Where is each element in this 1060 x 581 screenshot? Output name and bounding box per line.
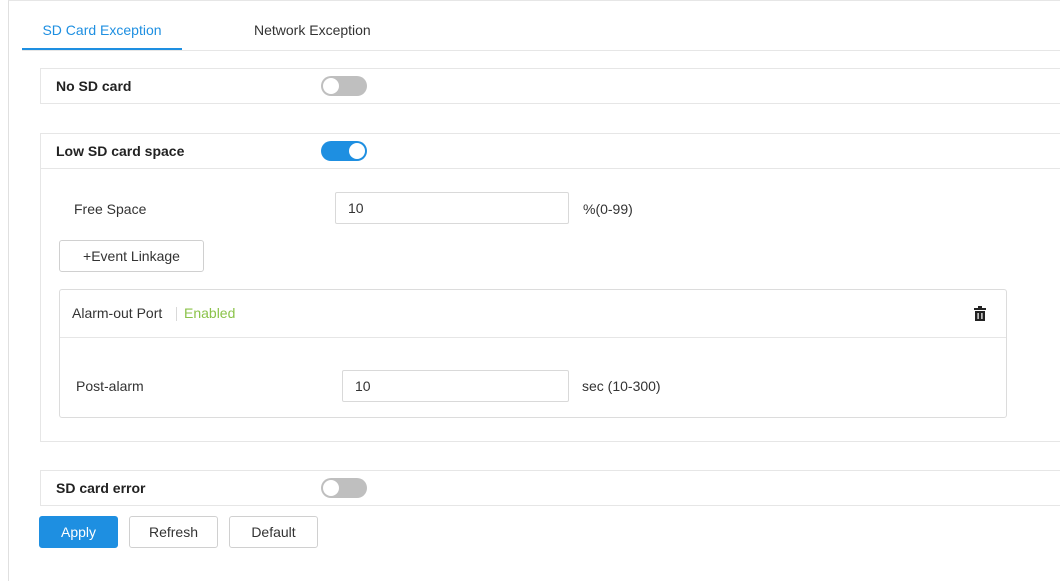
toggle-knob (349, 143, 365, 159)
tab-sd-card-exception[interactable]: SD Card Exception (22, 12, 182, 50)
tab-bar: SD Card Exception Network Exception (22, 12, 1060, 51)
event-linkage-button[interactable]: +Event Linkage (59, 240, 204, 272)
free-space-range-hint: %(0-99) (583, 201, 633, 217)
free-space-label: Free Space (74, 201, 147, 217)
no-sd-card-title: No SD card (56, 78, 132, 94)
toggle-knob (323, 480, 339, 496)
sd-card-error-toggle[interactable] (321, 478, 367, 498)
alarm-out-linkage-card: Alarm-out Port Enabled Post-alarm sec (1… (59, 289, 1007, 418)
toggle-knob (323, 78, 339, 94)
trash-icon[interactable] (974, 306, 986, 321)
sd-card-error-title: SD card error (56, 480, 146, 496)
refresh-button[interactable]: Refresh (129, 516, 218, 548)
tab-network-exception[interactable]: Network Exception (254, 12, 371, 50)
apply-button[interactable]: Apply (39, 516, 118, 548)
post-alarm-label: Post-alarm (76, 378, 144, 394)
no-sd-card-toggle[interactable] (321, 76, 367, 96)
alarm-out-title: Alarm-out Port (72, 305, 163, 321)
alarm-out-status: Enabled (184, 305, 236, 321)
low-sd-space-section: Low SD card space (40, 133, 1060, 169)
alarm-out-header: Alarm-out Port Enabled (60, 290, 1006, 338)
low-sd-space-toggle[interactable] (321, 141, 367, 161)
low-sd-space-title: Low SD card space (56, 143, 185, 159)
header-divider (176, 307, 177, 321)
no-sd-card-section: No SD card (40, 68, 1060, 104)
post-alarm-range-hint: sec (10-300) (582, 378, 661, 394)
sd-card-error-section: SD card error (40, 470, 1060, 506)
post-alarm-input[interactable] (342, 370, 569, 402)
free-space-input[interactable] (335, 192, 569, 224)
default-button[interactable]: Default (229, 516, 318, 548)
